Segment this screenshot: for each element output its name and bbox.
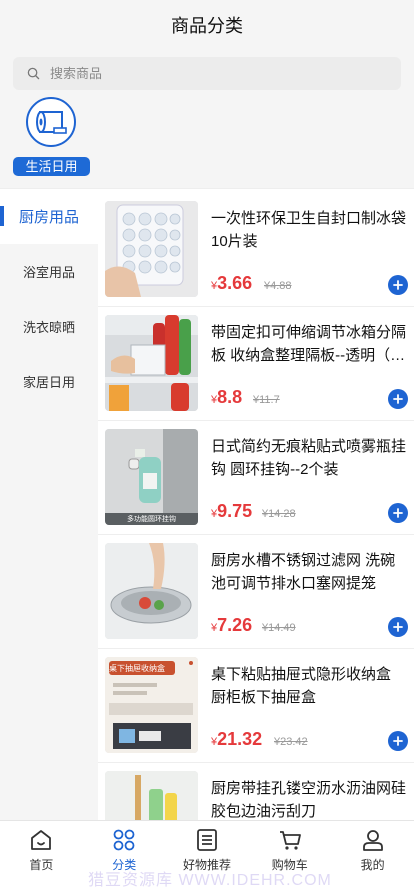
- tissue-roll-icon: [26, 97, 76, 147]
- top-category-item[interactable]: 生活日用: [13, 97, 91, 177]
- product-card[interactable]: 厨房水槽不锈钢过滤网 洗碗池可调节排水口塞网提笼 ¥7.26 ¥14.49: [98, 535, 414, 649]
- product-original-price: ¥23.42: [274, 736, 308, 748]
- category-content: 厨房用品 浴室用品 洗衣晾晒 家居日用 一次性环保卫生自封口制冰袋10片装 ¥3…: [0, 188, 414, 821]
- add-to-cart-button[interactable]: [388, 389, 408, 409]
- sidebar-item-label: 家居日用: [22, 375, 75, 390]
- product-card[interactable]: 一次性环保卫生自封口制冰袋10片装 ¥3.66 ¥4.88: [98, 193, 414, 307]
- product-original-price: ¥14.49: [262, 622, 296, 634]
- product-price: ¥8.8: [211, 387, 243, 407]
- plus-icon: [393, 508, 403, 518]
- sidebar-item-label: 浴室用品: [22, 265, 75, 280]
- plus-icon: [393, 622, 403, 632]
- search-icon: [27, 67, 40, 80]
- product-title: 日式简约无痕粘贴式喷雾瓶挂钩 圆环挂钩--2个装: [211, 438, 406, 478]
- product-card[interactable]: 桌下抽屉收纳盒 桌下粘贴抽屉式隐形收纳盒 厨柜板下抽屉盒 ¥21.32 ¥23.…: [98, 649, 414, 763]
- tab-label: 首页: [29, 858, 54, 872]
- product-image: 桌下抽屉收纳盒: [105, 657, 198, 753]
- product-title: 桌下粘贴抽屉式隐形收纳盒 厨柜板下抽屉盒: [211, 666, 392, 706]
- product-image: 多功能圆环挂钩: [105, 429, 198, 525]
- product-original-price: ¥11.7: [253, 394, 280, 406]
- product-title: 带固定扣可伸缩调节冰箱分隔板 收纳盒整理隔板--透明（…: [211, 324, 406, 364]
- product-title: 厨房带挂孔镂空沥水沥油网硅胶包边油污刮刀: [211, 780, 406, 820]
- sidebar-item-household[interactable]: 家居日用: [0, 354, 98, 409]
- product-image: [105, 201, 198, 297]
- category-grid-icon: [113, 829, 135, 851]
- add-to-cart-button[interactable]: [388, 275, 408, 295]
- product-original-price: ¥14.28: [262, 508, 296, 520]
- image-caption: 桌下抽屉收纳盒: [109, 664, 165, 673]
- tab-label: 我的: [360, 858, 385, 872]
- image-caption: 多功能圆环挂钩: [127, 516, 176, 523]
- product-image: [105, 315, 198, 411]
- product-list: 一次性环保卫生自封口制冰袋10片装 ¥3.66 ¥4.88 带固定扣可伸缩调节冰…: [98, 189, 414, 821]
- product-price: ¥21.32: [211, 729, 263, 749]
- product-card[interactable]: 带固定扣可伸缩调节冰箱分隔板 收纳盒整理隔板--透明（… ¥8.8 ¥11.7: [98, 307, 414, 421]
- user-icon: [362, 830, 383, 851]
- document-list-icon: [197, 829, 217, 851]
- product-price: ¥3.66: [211, 273, 253, 293]
- search-bar[interactable]: [13, 57, 401, 90]
- sidebar: 厨房用品 浴室用品 洗衣晾晒 家居日用: [0, 189, 98, 821]
- add-to-cart-button[interactable]: [388, 617, 408, 637]
- product-price: ¥9.75: [211, 501, 253, 521]
- add-to-cart-button[interactable]: [388, 731, 408, 751]
- header: 商品分类: [0, 0, 414, 50]
- product-original-price: ¥4.88: [264, 280, 292, 292]
- product-image: [105, 543, 198, 639]
- product-title: 厨房水槽不锈钢过滤网 洗碗池可调节排水口塞网提笼: [211, 552, 396, 592]
- top-category-label: 生活日用: [13, 157, 90, 176]
- sidebar-item-label: 洗衣晾晒: [22, 320, 75, 335]
- plus-icon: [393, 736, 403, 746]
- product-card[interactable]: 多功能圆环挂钩 日式简约无痕粘贴式喷雾瓶挂钩 圆环挂钩--2个装 ¥9.75 ¥…: [98, 421, 414, 535]
- product-image: [105, 771, 198, 821]
- search-input[interactable]: [50, 66, 370, 81]
- sidebar-item-label: 厨房用品: [18, 209, 79, 226]
- sidebar-item-kitchen[interactable]: 厨房用品: [0, 189, 98, 244]
- add-to-cart-button[interactable]: [388, 503, 408, 523]
- tab-home[interactable]: 首页: [0, 821, 83, 896]
- cart-icon: [279, 831, 301, 850]
- sidebar-item-bathroom[interactable]: 浴室用品: [0, 244, 98, 299]
- plus-icon: [393, 280, 403, 290]
- sidebar-item-laundry[interactable]: 洗衣晾晒: [0, 299, 98, 354]
- plus-icon: [393, 394, 403, 404]
- page-title: 商品分类: [171, 16, 243, 36]
- product-price: ¥7.26: [211, 615, 253, 635]
- tab-profile[interactable]: 我的: [331, 821, 414, 896]
- watermark: 猎豆资源库 WWW.IDEHR.COM: [88, 872, 332, 889]
- home-icon: [31, 830, 52, 850]
- product-card[interactable]: 厨房带挂孔镂空沥水沥油网硅胶包边油污刮刀: [98, 763, 414, 821]
- product-title: 一次性环保卫生自封口制冰袋10片装: [211, 210, 406, 250]
